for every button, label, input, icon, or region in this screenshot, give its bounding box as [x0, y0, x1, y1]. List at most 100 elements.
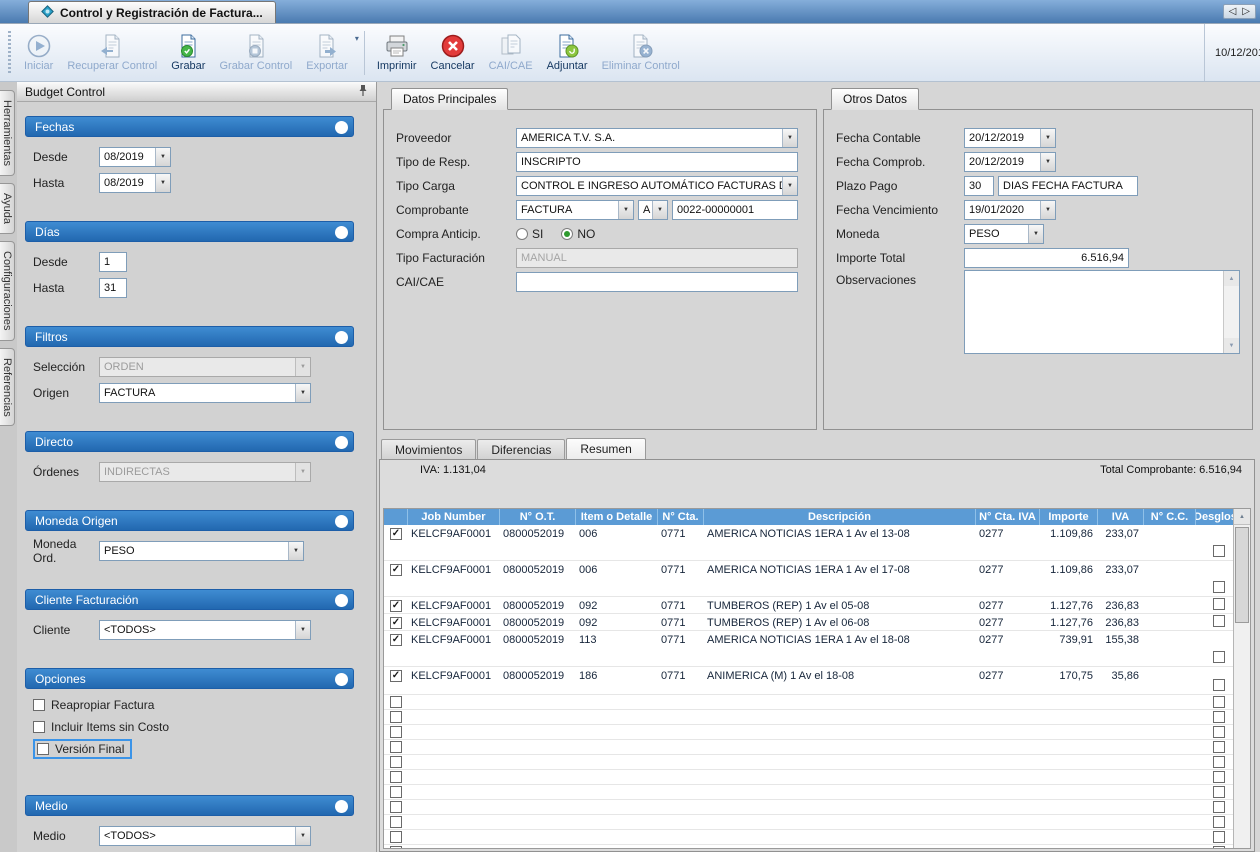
row-desglose-checkbox[interactable] — [1213, 756, 1225, 768]
row-desglose-checkbox[interactable] — [1213, 786, 1225, 798]
chevron-down-icon[interactable] — [652, 200, 667, 219]
chevron-down-icon[interactable] — [1040, 152, 1055, 171]
section-opciones-header[interactable]: Opciones — [25, 668, 354, 689]
row-desglose-checkbox[interactable] — [1213, 801, 1225, 813]
row-select-checkbox[interactable] — [390, 756, 402, 768]
section-moneda-origen-header[interactable]: Moneda Origen — [25, 510, 354, 531]
table-row[interactable]: KELCF9AF0001 0800052019 186 0771 ANIMERICA (… — [384, 667, 1233, 695]
row-select-checkbox[interactable] — [390, 846, 402, 848]
eliminar-control-button[interactable]: Eliminar Control — [595, 31, 687, 74]
row-desglose-checkbox[interactable] — [1213, 846, 1225, 848]
table-empty-row[interactable] — [384, 755, 1233, 770]
fechas-desde-select[interactable]: 08/2019 — [99, 146, 171, 167]
row-desglose-checkbox[interactable] — [1213, 696, 1225, 708]
table-header-col[interactable]: N° Cta. IVA — [976, 509, 1040, 525]
table-header-col[interactable]: N° O.T. — [500, 509, 576, 525]
section-toggle-icon[interactable] — [335, 673, 348, 686]
recuperar-control-button[interactable]: Recuperar Control — [60, 31, 164, 74]
row-select-checkbox[interactable] — [390, 634, 402, 646]
table-row[interactable]: KELCF9AF0001 0800052019 113 0771 AMERICA NOT… — [384, 631, 1233, 667]
row-select-checkbox[interactable] — [390, 741, 402, 753]
table-row[interactable]: KELCF9AF0001 0800052019 092 0771 TUMBEROS (R… — [384, 614, 1233, 631]
medio-select[interactable]: <TODOS> — [99, 825, 311, 846]
table-header-col[interactable]: Item o Detalle — [576, 509, 658, 525]
observaciones-scrollbar[interactable] — [1223, 271, 1239, 353]
section-toggle-icon[interactable] — [335, 226, 348, 239]
tab-diferencias[interactable]: Diferencias — [477, 439, 566, 459]
scroll-up-icon[interactable] — [1234, 509, 1250, 525]
table-row[interactable]: KELCF9AF0001 0800052019 006 0771 AMERICA NOT… — [384, 561, 1233, 597]
comprobante-letra-select[interactable]: A — [638, 199, 668, 220]
compra-anticip-no-radio[interactable]: NO — [561, 227, 595, 241]
table-empty-row[interactable] — [384, 815, 1233, 830]
side-tab-herramientas[interactable]: Herramientas — [0, 90, 15, 177]
exportar-button[interactable]: Exportar — [299, 31, 355, 74]
table-row[interactable]: KELCF9AF0001 0800052019 092 0771 TUMBEROS (R… — [384, 597, 1233, 614]
scrollbar-thumb[interactable] — [1235, 527, 1249, 623]
reapropiar-factura-checkbox[interactable] — [33, 699, 45, 711]
side-tab-configuraciones[interactable]: Configuraciones — [0, 241, 15, 341]
row-desglose-checkbox[interactable] — [1213, 545, 1225, 557]
compra-anticip-si-radio[interactable]: SI — [516, 227, 543, 241]
table-header-select-col[interactable] — [384, 509, 408, 525]
nav-right-icon[interactable]: ▷ — [1242, 6, 1250, 17]
row-desglose-checkbox[interactable] — [1213, 831, 1225, 843]
cliente-select[interactable]: <TODOS> — [99, 619, 311, 640]
chevron-down-icon[interactable] — [155, 173, 170, 192]
table-row[interactable]: KELCF9AF0001 0800052019 006 0771 AMERICA NOT… — [384, 525, 1233, 561]
observaciones-textarea[interactable] — [964, 270, 1240, 354]
scroll-up-icon[interactable] — [1224, 271, 1239, 286]
tab-movimientos[interactable]: Movimientos — [381, 439, 477, 459]
tab-datos-principales[interactable]: Datos Principales — [391, 88, 509, 110]
importe-total-field[interactable]: 6.516,94 — [964, 247, 1129, 268]
chevron-down-icon[interactable] — [155, 147, 170, 166]
chevron-down-icon[interactable] — [782, 176, 797, 195]
table-empty-row[interactable] — [384, 710, 1233, 725]
toolbar-grip[interactable] — [8, 30, 11, 75]
table-empty-row[interactable] — [384, 770, 1233, 785]
row-select-checkbox[interactable] — [390, 726, 402, 738]
section-toggle-icon[interactable] — [335, 594, 348, 607]
row-select-checkbox[interactable] — [390, 801, 402, 813]
row-select-checkbox[interactable] — [390, 786, 402, 798]
row-desglose-checkbox[interactable] — [1213, 651, 1225, 663]
dias-hasta-input[interactable]: 31 — [99, 277, 127, 298]
table-header-col[interactable]: Importe — [1040, 509, 1098, 525]
table-header-col[interactable]: Descripción — [704, 509, 976, 525]
adjuntar-button[interactable]: Adjuntar — [540, 31, 595, 74]
chevron-down-icon[interactable] — [618, 200, 633, 219]
row-desglose-checkbox[interactable] — [1213, 598, 1225, 610]
cai-cae-button[interactable]: CAI/CAE — [482, 31, 540, 74]
chevron-down-icon[interactable] — [288, 541, 303, 560]
incluir-items-sin-costo-option[interactable]: Incluir Items sin Costo — [27, 716, 352, 738]
chevron-down-icon[interactable] — [295, 620, 310, 639]
section-toggle-icon[interactable] — [335, 800, 348, 813]
tipo-carga-select[interactable]: CONTROL E INGRESO AUTOMÁTICO FACTURAS DE… — [516, 175, 798, 196]
table-scrollbar[interactable] — [1233, 509, 1250, 848]
row-desglose-checkbox[interactable] — [1213, 741, 1225, 753]
table-empty-row[interactable] — [384, 800, 1233, 815]
grabar-control-button[interactable]: Grabar Control — [212, 31, 299, 74]
row-desglose-checkbox[interactable] — [1213, 679, 1225, 691]
row-select-checkbox[interactable] — [390, 600, 402, 612]
section-toggle-icon[interactable] — [335, 515, 348, 528]
section-fechas-header[interactable]: Fechas — [25, 116, 354, 137]
chevron-down-icon[interactable] — [1040, 128, 1055, 147]
section-medio-header[interactable]: Medio — [25, 795, 354, 816]
table-header-col[interactable]: N° Cta. — [658, 509, 704, 525]
table-empty-row[interactable] — [384, 740, 1233, 755]
row-desglose-checkbox[interactable] — [1213, 771, 1225, 783]
section-dias-header[interactable]: Días — [25, 221, 354, 242]
fecha-vencimiento-select[interactable]: 19/01/2020 — [964, 199, 1056, 220]
chevron-down-icon[interactable] — [1040, 200, 1055, 219]
section-toggle-icon[interactable] — [335, 121, 348, 134]
row-select-checkbox[interactable] — [390, 528, 402, 540]
row-select-checkbox[interactable] — [390, 831, 402, 843]
moneda-select[interactable]: PESO — [964, 223, 1044, 244]
chevron-down-icon[interactable] — [295, 383, 310, 402]
chevron-down-icon[interactable] — [295, 826, 310, 845]
tab-resumen[interactable]: Resumen — [566, 438, 646, 459]
cai-cae-input[interactable] — [516, 271, 798, 292]
row-desglose-checkbox[interactable] — [1213, 816, 1225, 828]
table-empty-row[interactable] — [384, 845, 1233, 848]
